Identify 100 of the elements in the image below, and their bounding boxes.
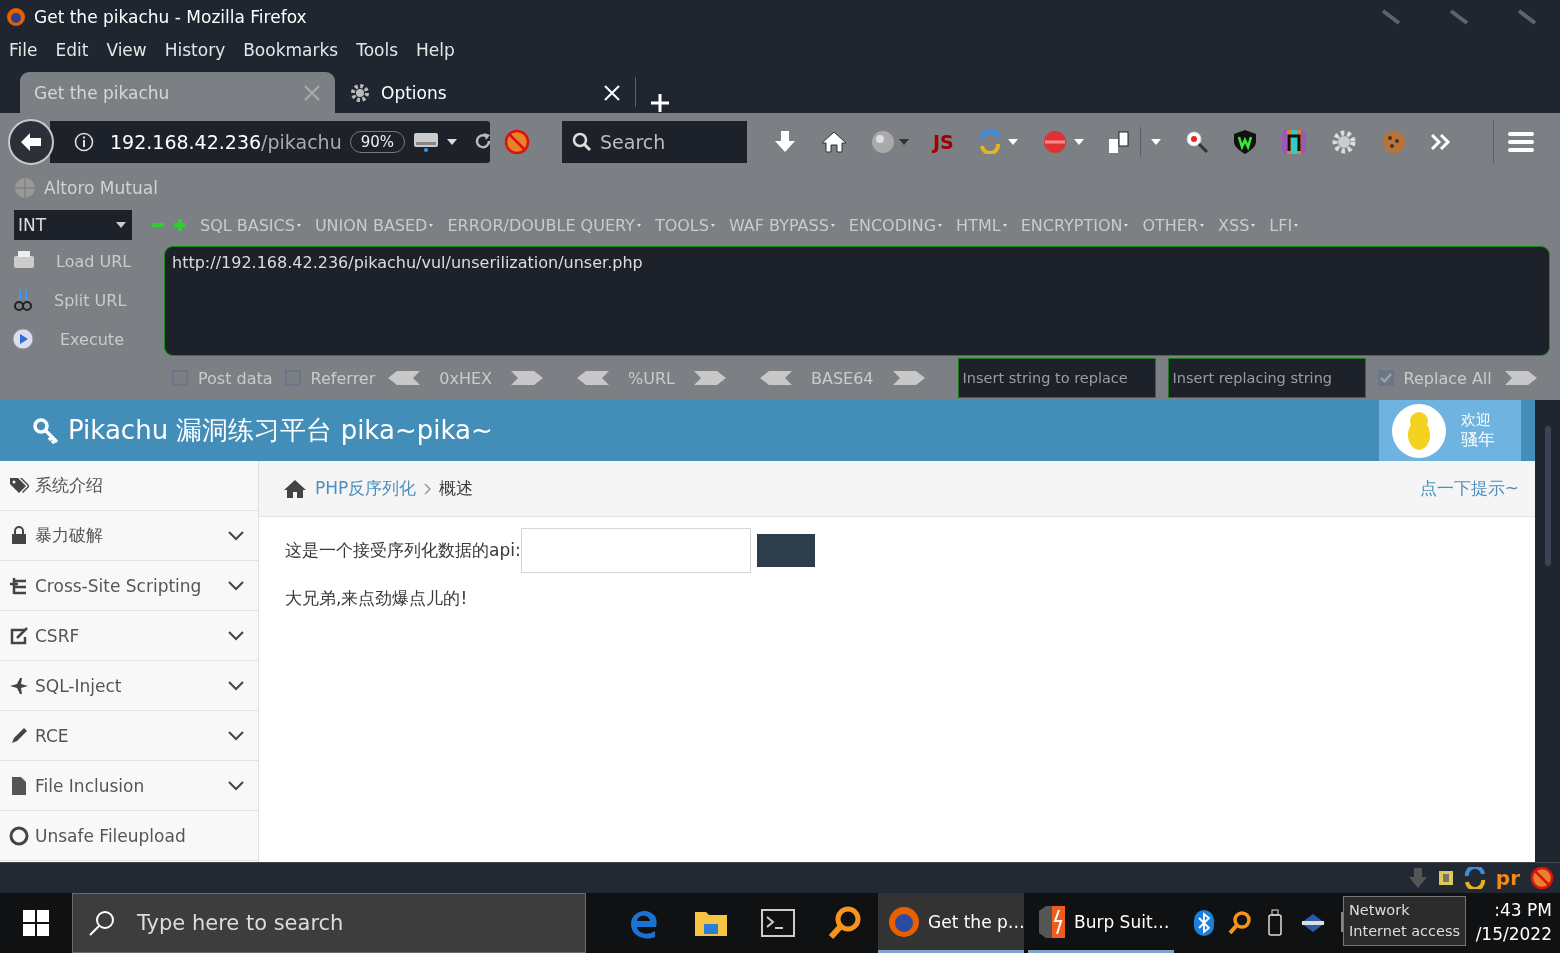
checkbox[interactable] — [1377, 370, 1394, 386]
window-control-icon[interactable] — [1380, 8, 1402, 26]
network-app-icon[interactable] — [1300, 913, 1326, 933]
cookie-icon[interactable] — [1380, 128, 1407, 155]
menu-item[interactable]: View — [106, 38, 147, 62]
scissors-icon — [12, 288, 34, 312]
swirl-icon[interactable] — [1463, 867, 1486, 889]
search-field[interactable]: Search — [562, 120, 747, 163]
url-textarea[interactable]: http://192.168.42.236/pikachu/vul/unserilization/unser.php — [164, 246, 1550, 356]
menu-item-icon — [9, 575, 29, 596]
info-icon[interactable] — [74, 131, 94, 152]
sidebar-label[interactable]: Cross-Site Scripting — [35, 575, 222, 596]
menu-item-icon — [9, 675, 29, 696]
sidebar-label[interactable]: 暴力破解 — [35, 524, 222, 547]
url-field[interactable]: 192.168.42.236/pikachu 90% — [50, 120, 490, 163]
sidebar-label[interactable]: 系统介绍 — [35, 474, 244, 497]
right-arrow-icon[interactable] — [510, 369, 545, 387]
menu-item[interactable]: Tools — [356, 38, 399, 62]
sidebar-label[interactable]: SQL-Inject — [35, 675, 222, 696]
window-title: Get the pikachu - Mozilla Firefox — [34, 7, 307, 27]
burp-icon — [1038, 904, 1066, 939]
tooltip-title: Network — [1349, 901, 1411, 920]
chevron-icon[interactable] — [228, 630, 244, 641]
replace-field[interactable]: Insert replacing string — [1167, 358, 1366, 398]
sidebar-item[interactable]: Unsafe Fileupload — [0, 811, 258, 861]
rainbow-icon[interactable] — [1280, 128, 1307, 155]
message-text: 大兄弟,来点劲爆点儿的! — [285, 588, 468, 608]
copy-icon[interactable] — [1107, 129, 1130, 154]
sidebar-label[interactable]: RCE — [35, 725, 222, 746]
search-field[interactable]: Type here to search — [72, 893, 586, 953]
chevron-icon[interactable] — [228, 780, 244, 791]
chevron-icon[interactable] — [228, 530, 244, 541]
magnifier-icon[interactable] — [1228, 911, 1252, 935]
right-arrow-icon[interactable] — [891, 369, 926, 387]
shield-icon[interactable] — [1232, 128, 1257, 155]
drive-icon[interactable] — [413, 130, 440, 153]
sidebar-label[interactable]: File Inclusion — [35, 775, 222, 796]
search-icon — [89, 910, 115, 936]
replace-field[interactable]: Insert string to replace — [957, 358, 1156, 398]
magnifier-icon[interactable] — [827, 906, 862, 940]
download-icon[interactable] — [1407, 867, 1428, 889]
taskbar-window[interactable]: Burp Suit… — [1028, 893, 1174, 953]
browser-tab[interactable]: Options — [335, 72, 635, 113]
magnifier-icon[interactable] — [1184, 129, 1209, 154]
home-icon — [283, 478, 307, 499]
menu-item[interactable]: History — [164, 38, 226, 62]
sidebar-item[interactable]: 系统介绍 — [0, 461, 258, 511]
right-arrow-icon[interactable] — [1503, 369, 1538, 387]
menu-icon[interactable] — [1508, 130, 1534, 153]
sidebar-label[interactable]: CSRF — [35, 625, 222, 646]
right-arrow-icon[interactable] — [693, 369, 727, 387]
clock-date: /15/2022 — [1475, 922, 1552, 946]
menu-item[interactable]: Bookmarks — [243, 38, 339, 62]
settings-icon[interactable] — [1330, 128, 1357, 155]
left-arrow-icon[interactable] — [576, 369, 611, 387]
menu-item[interactable]: File — [9, 38, 38, 62]
note-icon[interactable] — [1437, 870, 1454, 886]
menu-item-icon — [9, 825, 29, 846]
terminal-icon[interactable] — [760, 909, 795, 937]
left-arrow-icon[interactable] — [759, 369, 793, 387]
sidebar-item[interactable]: Cross-Site Scripting — [0, 561, 258, 611]
sidebar-item[interactable]: 暴力破解 — [0, 511, 258, 561]
greeting-text: 欢迎 — [1461, 411, 1492, 430]
new-tab-icon[interactable] — [650, 93, 670, 113]
sidebar-item[interactable]: RCE — [0, 711, 258, 761]
sidebar-item[interactable]: CSRF — [0, 611, 258, 661]
chevron-icon[interactable] — [228, 580, 244, 591]
sidebar-item[interactable]: File Inclusion — [0, 761, 258, 811]
user-name: 骚年 — [1461, 429, 1495, 450]
download-icon[interactable] — [773, 129, 797, 154]
taskbar-window[interactable]: Get the p… — [878, 893, 1024, 953]
chevron-right-icon — [424, 482, 432, 495]
sidebar-item[interactable]: SQL-Inject — [0, 661, 258, 711]
left-arrow-icon[interactable] — [387, 369, 422, 387]
clock-time: :43 PM — [1493, 899, 1552, 922]
chevron-icon[interactable] — [228, 680, 244, 691]
blocked-icon[interactable] — [1530, 866, 1554, 890]
globe-icon — [14, 177, 36, 199]
home-icon[interactable] — [821, 129, 847, 154]
menu-item[interactable]: Help — [416, 38, 455, 62]
ball-icon[interactable] — [1041, 129, 1068, 154]
scrollbar-thumb[interactable] — [1544, 426, 1551, 566]
chevron-icon[interactable] — [228, 730, 244, 741]
breadcrumb-current: 概述 — [439, 477, 474, 500]
plus-icon[interactable] — [174, 219, 186, 231]
play-icon — [12, 328, 34, 350]
back-button[interactable] — [8, 118, 54, 165]
sidebar-label[interactable]: Unsafe Fileupload — [35, 825, 244, 846]
globe-icon[interactable] — [871, 129, 895, 154]
tray-app-icon[interactable]: pr — [1495, 868, 1520, 888]
window-control-icon[interactable] — [1516, 8, 1538, 26]
menu-item[interactable]: Edit — [55, 38, 89, 62]
caret-icon[interactable] — [447, 138, 458, 145]
firefox-icon — [6, 7, 26, 27]
input-field[interactable] — [520, 528, 751, 573]
select-field[interactable]: INT — [14, 210, 132, 240]
bluetooth-icon[interactable] — [1194, 910, 1214, 936]
window-control-icon[interactable] — [1448, 8, 1470, 26]
caret-icon[interactable] — [116, 222, 126, 228]
overflow-icon[interactable] — [1430, 132, 1453, 151]
